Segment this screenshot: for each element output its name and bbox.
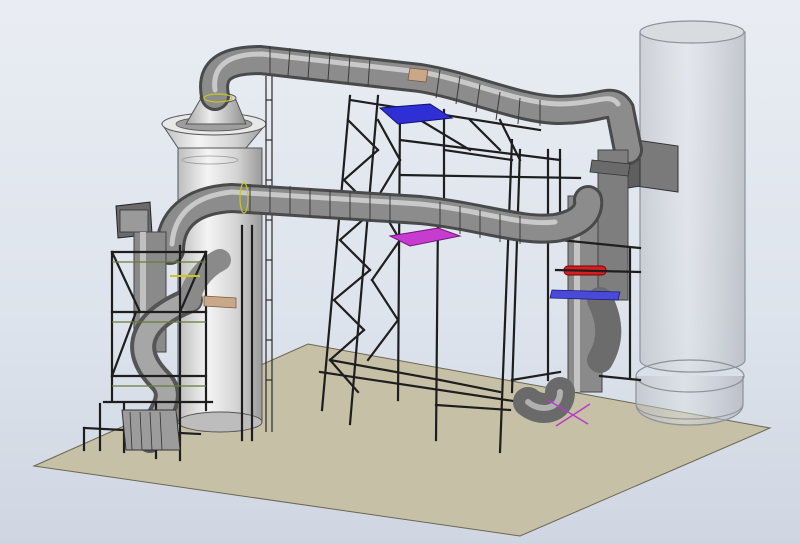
blue-platform	[378, 103, 454, 125]
blue-flange	[549, 289, 621, 301]
upper-duct-tag	[407, 67, 429, 83]
cad-3d-viewport[interactable]	[0, 0, 800, 544]
magenta-platform	[388, 227, 462, 247]
plant-3d-model	[32, 20, 772, 537]
glass-stack	[627, 20, 746, 426]
upper-duct	[199, 44, 643, 165]
